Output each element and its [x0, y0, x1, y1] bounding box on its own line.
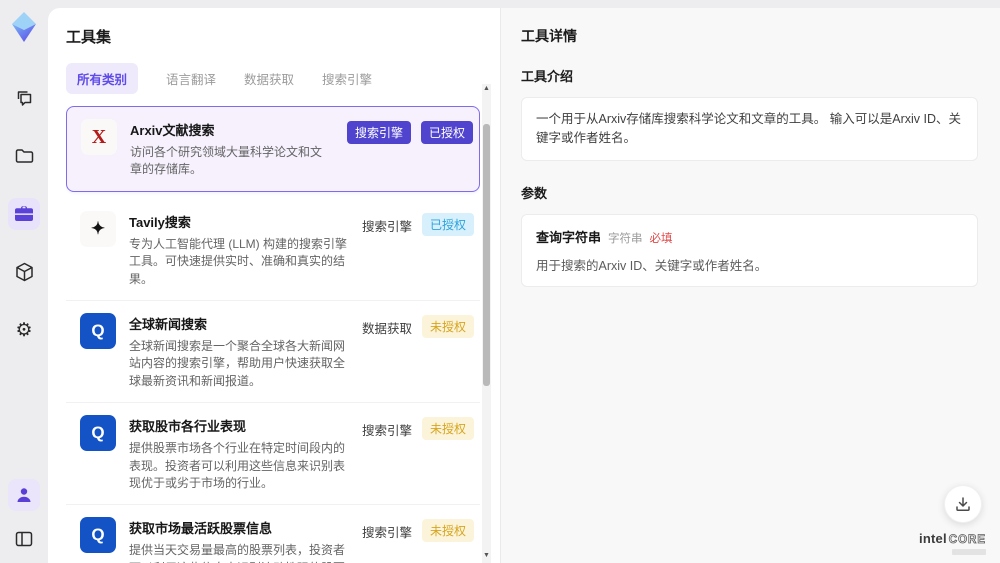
tool-title: 全球新闻搜索 [129, 316, 208, 332]
download-button[interactable] [944, 485, 982, 523]
category-tab[interactable]: 数据获取 [244, 63, 294, 94]
tool-intro-text: 一个用于从Arxiv存储库搜索科学论文和文章的工具。 输入可以是Arxiv ID… [521, 97, 978, 161]
sidebar-item-tools[interactable] [8, 198, 40, 230]
search-q-icon: Q [80, 312, 116, 349]
sidebar: ⚙ [0, 0, 48, 563]
tool-status-badge: 未授权 [421, 417, 474, 441]
category-tab[interactable]: 所有类别 [66, 63, 139, 94]
intel-badge-bar [952, 549, 986, 555]
param-type: 字符串 [608, 232, 643, 245]
tool-description: 访问各个研究领域大量科学论文和文章的存储库。 [130, 145, 323, 177]
category-tab[interactable]: 语言翻译 [166, 63, 216, 94]
param-description: 用于搜索的Arxiv ID、关键字或作者姓名。 [536, 258, 768, 273]
scroll-up-icon[interactable]: ▲ [482, 84, 491, 94]
tool-title: Arxiv文献搜索 [130, 123, 215, 138]
search-q-icon: Q [80, 415, 116, 452]
detail-title: 工具详情 [521, 28, 577, 44]
tool-card[interactable]: X Arxiv文献搜索 访问各个研究领域大量科学论文和文章的存储库。 搜索引擎 … [66, 106, 480, 192]
user-icon [17, 488, 31, 502]
tool-detail-pane: 工具详情 工具介绍 一个用于从Arxiv存储库搜索科学论文和文章的工具。 输入可… [500, 8, 1000, 563]
diamond-logo-icon [12, 12, 36, 42]
download-icon [956, 497, 970, 511]
toolbox-icon [15, 206, 33, 221]
params-heading: 参数 [521, 185, 548, 201]
star-icon: ✦ [80, 210, 116, 247]
sidebar-bottom [8, 479, 40, 555]
sidebar-nav: ⚙ [8, 82, 40, 346]
tool-status-badge: 已授权 [420, 121, 473, 144]
page-title: 工具集 [66, 29, 112, 46]
tool-title: 获取市场最活跃股票信息 [129, 521, 273, 537]
category-tab[interactable]: 搜索引擎 [322, 63, 372, 94]
sidebar-item-files[interactable] [8, 140, 40, 172]
param-card: 查询字符串 字符串 必填 用于搜索的Arxiv ID、关键字或作者姓名。 [521, 213, 978, 287]
tool-card[interactable]: Q 获取市场最活跃股票信息 提供当天交易量最高的股票列表，投资者可以利用这些信息… [66, 505, 480, 563]
tool-card[interactable]: ✦ Tavily搜索 专为人工智能代理 (LLM) 构建的搜索引擎工具。可快速提… [66, 198, 480, 301]
scroll-down-icon[interactable]: ▼ [482, 551, 491, 561]
cube-icon [15, 262, 33, 282]
tool-title: 获取股市各行业表现 [129, 419, 247, 435]
sidebar-item-chat[interactable] [8, 82, 40, 114]
folder-icon [15, 149, 33, 163]
search-q-icon: Q [80, 517, 116, 554]
tool-card[interactable]: Q 全球新闻搜索 全球新闻搜索是一个聚合全球各大新闻网站内容的搜索引擎，帮助用户… [66, 300, 480, 404]
tool-category-tag: 搜索引擎 [361, 219, 412, 234]
sidebar-item-settings[interactable]: ⚙ [8, 314, 40, 346]
gear-icon: ⚙ [15, 319, 33, 341]
sidebar-item-collapse[interactable] [8, 523, 40, 555]
list-scrollbar[interactable]: ▲ ▼ [482, 84, 491, 563]
app-logo [8, 10, 40, 44]
tool-list: X Arxiv文献搜索 访问各个研究领域大量科学论文和文章的存储库。 搜索引擎 … [66, 106, 480, 563]
category-tabs: 所有类别 语言翻译 数据获取 搜索引擎 [66, 63, 500, 94]
tool-category-tag: 搜索引擎 [361, 424, 412, 439]
tool-category-tag: 搜索引擎 [361, 526, 412, 541]
tool-description: 提供当天交易量最高的股票列表，投资者可以利用这些信息来识别流动性强的股票和潜在的… [129, 543, 346, 563]
tool-category-tag: 搜索引擎 [346, 121, 411, 144]
main-panel: 工具集 所有类别 语言翻译 数据获取 搜索引擎 X Arxiv文献搜索 访问各个研究领… [48, 8, 1000, 563]
tool-status-badge: 已授权 [421, 212, 474, 236]
tool-title: Tavily搜索 [129, 214, 191, 230]
panel-toggle-icon [15, 531, 33, 547]
param-required-badge: 必填 [649, 232, 673, 245]
tool-status-badge: 未授权 [421, 314, 474, 338]
chat-icon [17, 90, 31, 106]
tool-list-pane: 工具集 所有类别 语言翻译 数据获取 搜索引擎 X Arxiv文献搜索 访问各个研究领… [48, 8, 500, 563]
core-brand-text: CORE [948, 533, 986, 546]
sidebar-item-account[interactable] [8, 479, 40, 511]
tool-description: 专为人工智能代理 (LLM) 构建的搜索引擎工具。可快速提供实时、准确和真实的结… [129, 236, 348, 286]
intro-heading: 工具介绍 [521, 69, 574, 84]
tool-card[interactable]: Q 获取股市各行业表现 提供股票市场各个行业在特定时间段内的表现。投资者可以利用… [66, 403, 480, 506]
scrollbar-thumb[interactable] [483, 124, 490, 386]
tool-category-tag: 数据获取 [361, 321, 412, 336]
sidebar-item-packages[interactable] [8, 256, 40, 288]
intel-brand-text: intel [919, 530, 947, 546]
intel-core-logo: intel CORE [919, 530, 986, 555]
tool-status-badge: 未授权 [421, 519, 474, 543]
tool-description: 提供股票市场各个行业在特定时间段内的表现。投资者可以利用这些信息来识别表现优于或… [129, 441, 346, 490]
tool-description: 全球新闻搜索是一个聚合全球各大新闻网站内容的搜索引擎，帮助用户快速获取全球最新资… [129, 338, 346, 388]
arxiv-logo: X [81, 119, 117, 155]
param-name: 查询字符串 [536, 229, 602, 245]
